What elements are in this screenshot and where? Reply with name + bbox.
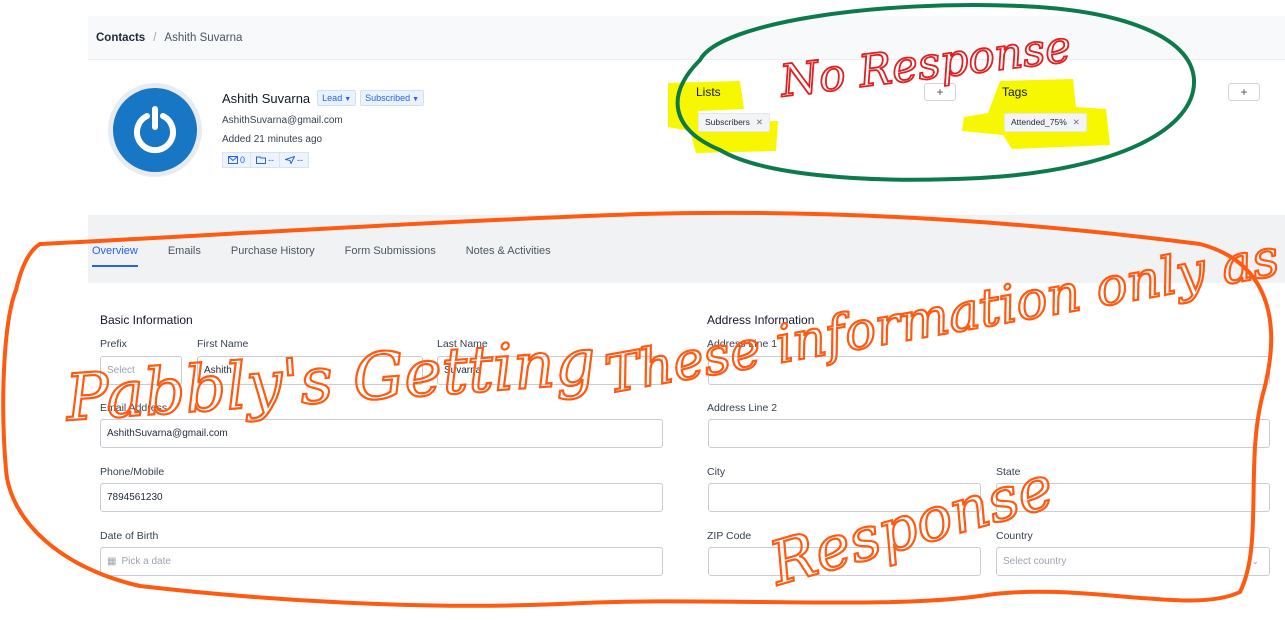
tab-bar: Overview Emails Purchase History Form Su… bbox=[92, 245, 551, 267]
dob-label: Date of Birth bbox=[100, 530, 159, 542]
last-name-label: Last Name bbox=[437, 338, 488, 350]
address-line2-input[interactable] bbox=[708, 419, 1270, 448]
tags-title: Tags bbox=[1002, 85, 1028, 99]
first-name-input[interactable]: Ashith bbox=[197, 356, 423, 385]
state-label: State bbox=[996, 466, 1021, 478]
state-input[interactable] bbox=[996, 483, 1270, 512]
tab-purchase-history[interactable]: Purchase History bbox=[231, 245, 315, 267]
email-label: Email Address bbox=[100, 402, 168, 414]
add-list-button[interactable]: + bbox=[924, 83, 956, 101]
contact-header: Ashith Suvarna Lead ▼ Subscribed ▼ AshithS… bbox=[88, 61, 1285, 215]
last-name-input[interactable]: Suvarna bbox=[437, 356, 663, 385]
address-line1-label: Address Line 1 bbox=[707, 338, 778, 350]
tag-chip-label: Attended_75% bbox=[1011, 117, 1067, 127]
dob-date-picker[interactable]: ▦ Pick a date bbox=[100, 547, 663, 576]
contact-page: Contacts / Ashith Suvarna Ashith Suvarna… bbox=[88, 16, 1285, 620]
country-select[interactable]: Select country ⌄ bbox=[996, 547, 1270, 576]
add-tag-button[interactable]: + bbox=[1228, 83, 1260, 101]
address-line2-label: Address Line 2 bbox=[707, 402, 778, 414]
list-chip-subscribers: Subscribers ✕ bbox=[698, 113, 771, 132]
zip-label: ZIP Code bbox=[707, 530, 752, 542]
first-name-label: First Name bbox=[197, 338, 249, 350]
phone-value: 7894561230 bbox=[107, 492, 163, 503]
breadcrumb: Contacts / Ashith Suvarna bbox=[88, 16, 1285, 60]
address-info-title: Address Information bbox=[707, 313, 815, 327]
dob-placeholder: Pick a date bbox=[121, 556, 171, 567]
last-name-value: Suvarna bbox=[444, 365, 482, 376]
tab-emails[interactable]: Emails bbox=[168, 245, 201, 267]
calendar-icon: ▦ bbox=[107, 556, 117, 567]
city-label: City bbox=[707, 466, 726, 478]
tab-overview[interactable]: Overview bbox=[92, 245, 138, 267]
country-label: Country bbox=[996, 530, 1033, 542]
prefix-label: Prefix bbox=[100, 338, 127, 350]
breadcrumb-current: Ashith Suvarna bbox=[164, 31, 243, 44]
lists-title: Lists bbox=[696, 85, 721, 99]
phone-label: Phone/Mobile bbox=[100, 466, 165, 478]
basic-info-title: Basic Information bbox=[100, 313, 193, 327]
first-name-value: Ashith bbox=[204, 365, 232, 376]
address-line1-input[interactable] bbox=[708, 356, 1270, 385]
prefix-select[interactable]: Select bbox=[100, 356, 182, 385]
phone-input[interactable]: 7894561230 bbox=[100, 483, 663, 512]
list-chip-label: Subscribers bbox=[705, 117, 750, 127]
country-placeholder: Select country bbox=[1003, 556, 1067, 567]
tab-form-submissions[interactable]: Form Submissions bbox=[345, 245, 436, 267]
tag-chip-attended: Attended_75% ✕ bbox=[1004, 113, 1087, 132]
prefix-placeholder: Select bbox=[107, 365, 135, 376]
email-input[interactable]: AshithSuvarna@gmail.com bbox=[100, 419, 663, 448]
highlighter-marks bbox=[668, 79, 1110, 153]
remove-tag-icon[interactable]: ✕ bbox=[1073, 117, 1080, 128]
breadcrumb-contacts-link[interactable]: Contacts bbox=[96, 32, 145, 44]
city-input[interactable] bbox=[708, 483, 981, 512]
remove-list-icon[interactable]: ✕ bbox=[756, 117, 763, 128]
email-value: AshithSuvarna@gmail.com bbox=[107, 428, 228, 439]
zip-input[interactable] bbox=[708, 547, 981, 576]
breadcrumb-separator: / bbox=[153, 31, 157, 44]
chevron-down-icon: ⌄ bbox=[1251, 556, 1259, 566]
tab-notes-activities[interactable]: Notes & Activities bbox=[466, 245, 551, 267]
